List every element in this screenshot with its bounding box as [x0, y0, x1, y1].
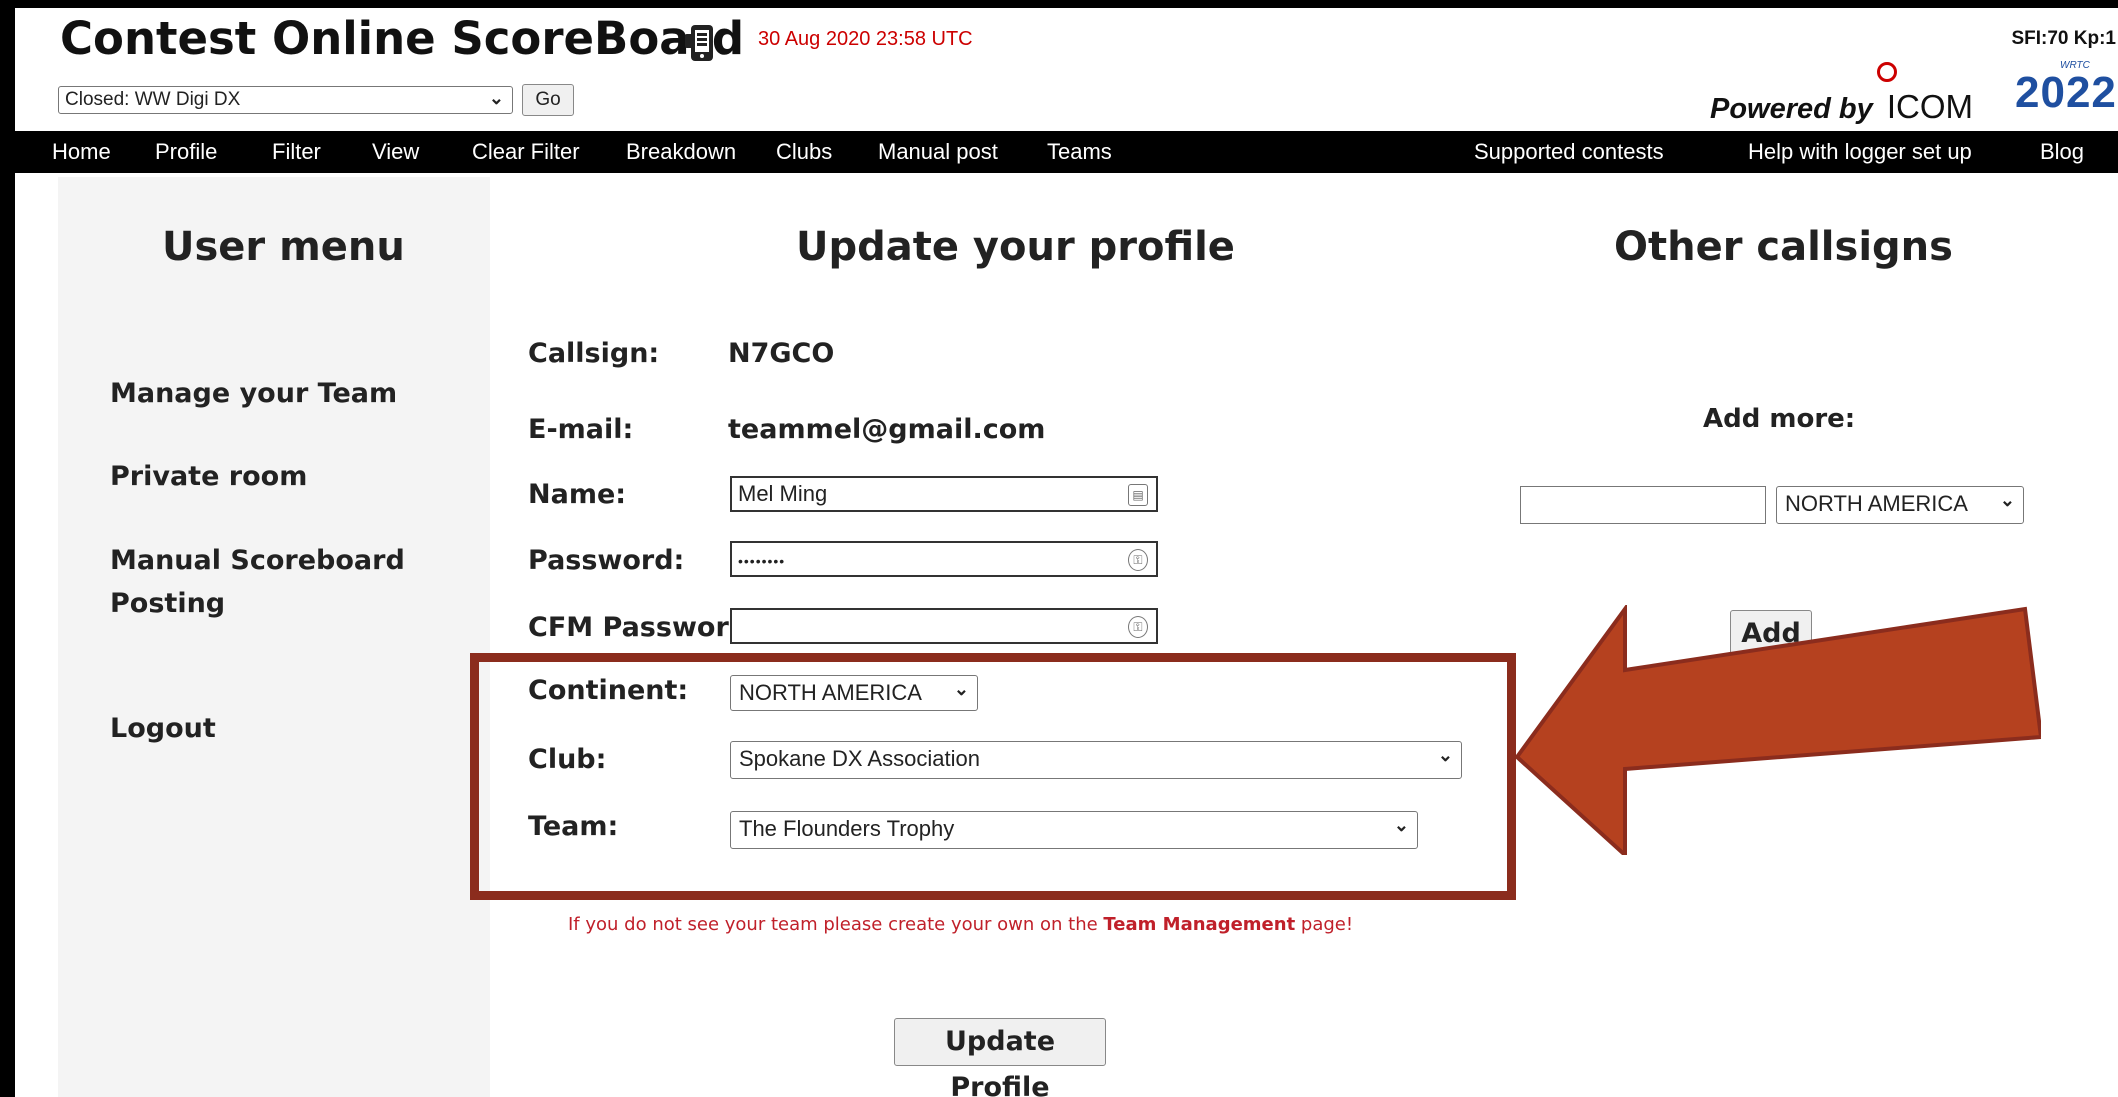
menu-logout[interactable]: Logout: [110, 707, 216, 750]
nav-supported-contests[interactable]: Supported contests: [1474, 139, 1664, 165]
nav-help-logger-setup[interactable]: Help with logger set up: [1748, 139, 1972, 165]
nav-home[interactable]: Home: [52, 139, 111, 165]
team-hint-text: If you do not see your team please creat…: [568, 914, 1353, 935]
scoreboard-page: Contest Online ScoreBoard 30 Aug 2020 23…: [0, 0, 2118, 1097]
menu-manual-scoreboard-posting[interactable]: Manual Scoreboard Posting: [110, 539, 410, 625]
key-icon: ⚿: [1128, 616, 1148, 638]
name-input[interactable]: Mel Ming ▤: [730, 476, 1158, 512]
other-callsign-input[interactable]: [1520, 486, 1766, 524]
go-button[interactable]: Go: [522, 84, 574, 116]
club-label: Club:: [528, 744, 607, 775]
continent-label: Continent:: [528, 675, 689, 706]
chevron-down-icon: ⌄: [1999, 490, 2015, 510]
nav-view[interactable]: View: [372, 139, 419, 165]
nav-teams[interactable]: Teams: [1047, 139, 1112, 165]
update-profile-button[interactable]: Update Profile: [894, 1018, 1106, 1097]
club-select[interactable]: Spokane DX Association ⌄: [730, 741, 1462, 779]
name-label: Name:: [528, 479, 627, 510]
icom-logo-text: ICOM: [1886, 88, 1974, 125]
powered-by-logo[interactable]: Powered by ICOM: [1710, 88, 1973, 126]
menu-manage-team[interactable]: Manage your Team: [110, 372, 397, 415]
site-title: Contest Online ScoreBoard: [60, 12, 745, 65]
password-input[interactable]: •••••••• ⚿: [730, 541, 1158, 577]
other-continent-select[interactable]: NORTH AMERICA ⌄: [1776, 486, 2024, 524]
continent-select-value: NORTH AMERICA: [739, 680, 922, 705]
profile-heading: Update your profile: [796, 224, 1235, 270]
callsign-value: N7GCO: [728, 338, 835, 369]
sfi-kp-readout: SFI:70 Kp:1: [2011, 28, 2116, 49]
chevron-down-icon: ⌄: [1437, 745, 1453, 765]
other-callsigns-heading: Other callsigns: [1614, 224, 1953, 270]
nav-filter[interactable]: Filter: [272, 139, 321, 165]
cfm-password-label: CFM Password:: [528, 612, 759, 643]
team-select[interactable]: The Flounders Trophy ⌄: [730, 811, 1418, 849]
cfm-password-input[interactable]: ⚿: [730, 608, 1158, 644]
nav-clubs[interactable]: Clubs: [776, 139, 832, 165]
key-icon: ⚿: [1128, 549, 1148, 571]
contest-select-value: Closed: WW Digi DX: [65, 89, 241, 110]
contact-card-icon: ▤: [1128, 484, 1148, 506]
update-profile-button-label: Update Profile: [944, 1026, 1056, 1097]
club-select-value: Spokane DX Association: [739, 746, 980, 771]
password-label: Password:: [528, 545, 685, 576]
icom-logo-mark: [1877, 62, 1897, 82]
team-hint-prefix: If you do not see your team please creat…: [568, 914, 1104, 935]
top-border: [0, 0, 2118, 8]
email-value: teammel@gmail.com: [728, 414, 1046, 445]
team-hint-suffix: page!: [1295, 914, 1354, 935]
continent-select[interactable]: NORTH AMERICA ⌄: [730, 675, 978, 711]
team-select-value: The Flounders Trophy: [739, 816, 955, 841]
nav-manual-post[interactable]: Manual post: [878, 139, 998, 165]
datetime-label: 30 Aug 2020 23:58 UTC: [758, 28, 973, 50]
go-button-label: Go: [535, 89, 561, 110]
user-menu-heading: User menu: [162, 224, 405, 270]
password-input-value: ••••••••: [738, 553, 786, 569]
add-more-label: Add more:: [1703, 404, 1856, 434]
wrtc-2022-logo[interactable]: 2022: [2015, 68, 2117, 118]
nav-profile[interactable]: Profile: [155, 139, 217, 165]
user-menu-panel: [58, 177, 490, 1097]
chevron-down-icon: ⌄: [953, 679, 969, 699]
nav-blog[interactable]: Blog: [2040, 139, 2084, 165]
other-continent-select-value: NORTH AMERICA: [1785, 491, 1968, 516]
main-navbar: Home Profile Filter View Clear Filter Br…: [0, 131, 2118, 173]
team-label: Team:: [528, 811, 619, 842]
annotation-arrow-icon: [1515, 605, 2041, 855]
chevron-down-icon: ⌄: [488, 88, 504, 108]
mobile-phone-icon[interactable]: [685, 24, 717, 62]
team-management-link[interactable]: Team Management: [1103, 914, 1295, 935]
chevron-down-icon: ⌄: [1393, 815, 1409, 835]
name-input-value: Mel Ming: [738, 481, 828, 506]
menu-private-room[interactable]: Private room: [110, 455, 307, 498]
nav-clear-filter[interactable]: Clear Filter: [472, 139, 580, 165]
powered-by-text: Powered by: [1710, 93, 1873, 125]
callsign-label: Callsign:: [528, 338, 660, 369]
contest-select[interactable]: Closed: WW Digi DX ⌄: [58, 86, 513, 114]
nav-breakdown[interactable]: Breakdown: [626, 139, 736, 165]
email-label: E-mail:: [528, 414, 634, 445]
